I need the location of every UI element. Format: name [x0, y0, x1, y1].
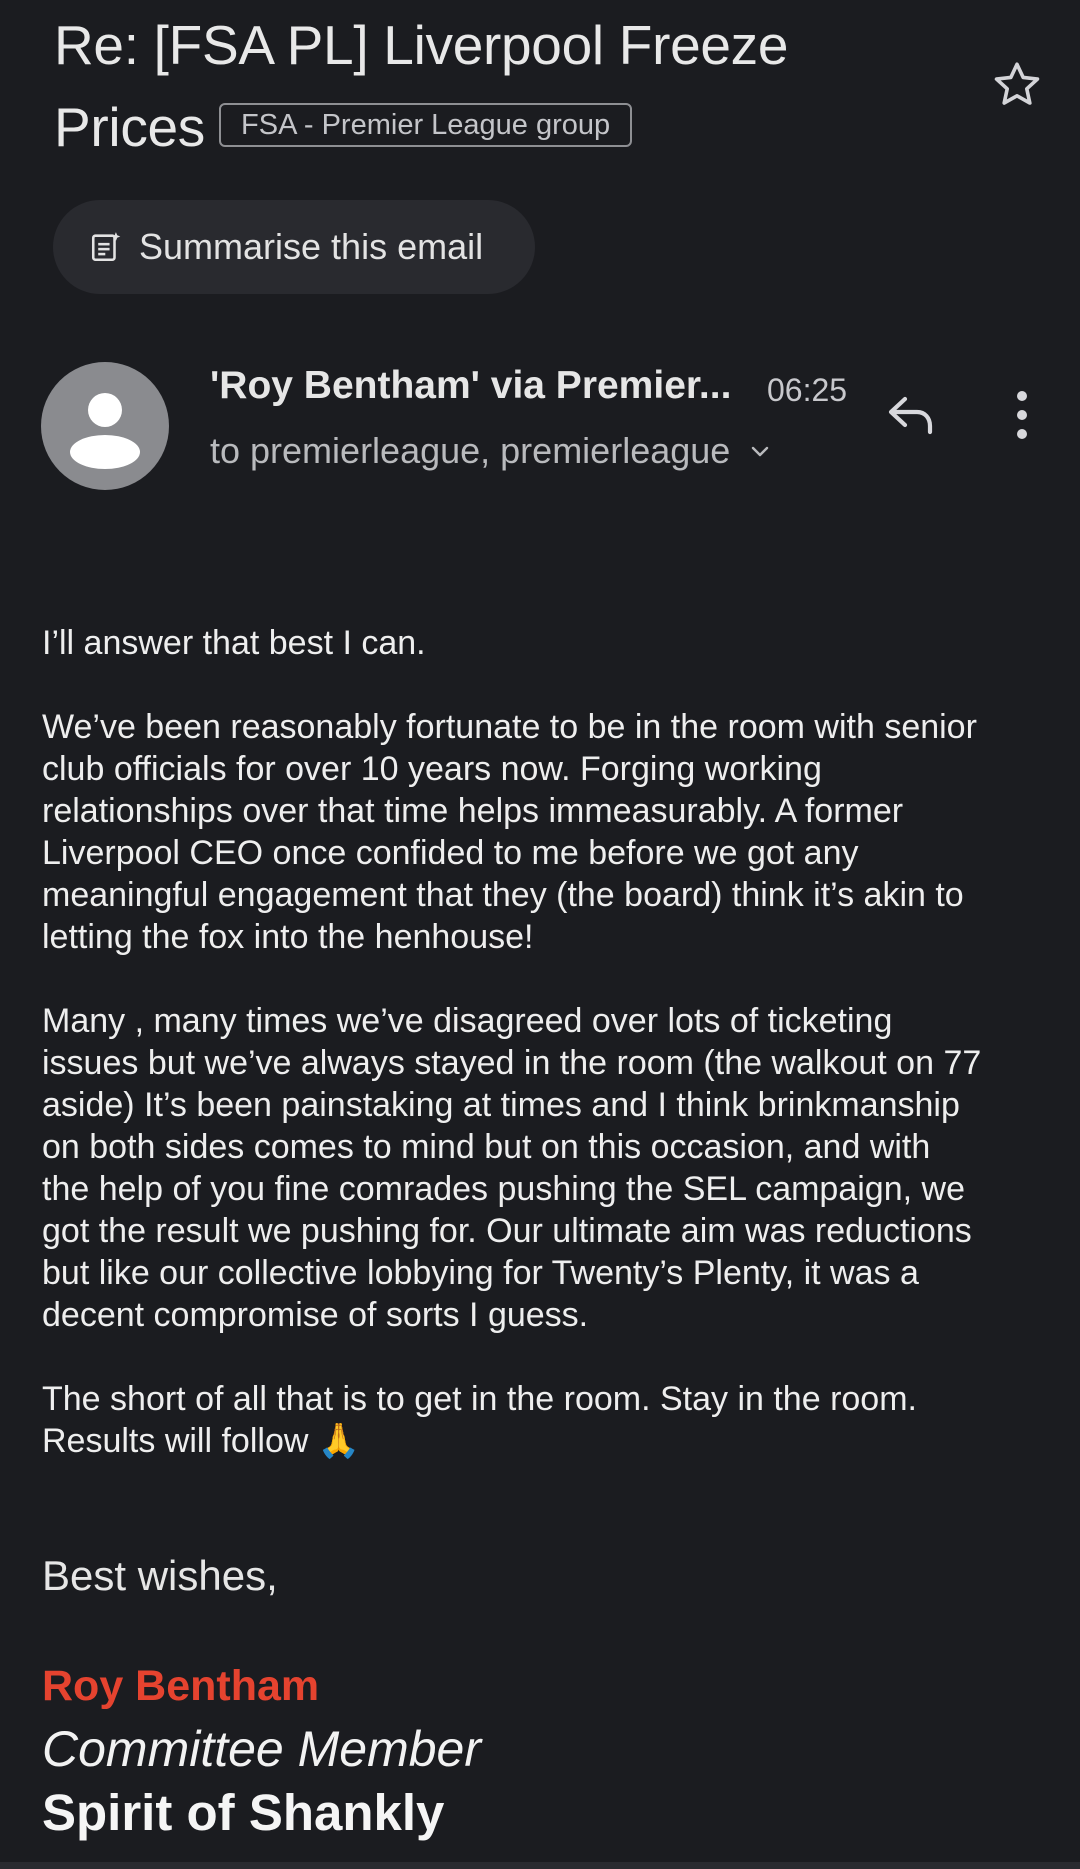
bottom-bar [0, 1862, 1080, 1869]
body-paragraph-4: The short of all that is to get in the r… [42, 1380, 917, 1460]
sender-name: 'Roy Bentham' via Premier... [210, 364, 732, 407]
signature-organisation: Spirit of Shankly [42, 1784, 445, 1841]
chevron-down-icon [752, 446, 769, 457]
message-time: 06:25 [767, 372, 848, 408]
sender-avatar[interactable] [41, 362, 169, 490]
signature-role: Committee Member [42, 1721, 481, 1777]
summarise-button-label: Summarise this email [139, 226, 484, 267]
signoff: Best wishes, [42, 1552, 278, 1599]
vertical-dots-icon[interactable] [1010, 390, 1034, 440]
body-paragraph-3: Many , many times we’ve disagreed over l… [42, 1002, 982, 1334]
subject-line-2: Prices [54, 96, 206, 158]
summarise-email-button[interactable]: Summarise this email [53, 200, 535, 294]
email-view: Re: [FSA PL] Liverpool Freeze Prices FSA … [0, 0, 1080, 1869]
email-body: I’ll answer that best I can. We’ve been … [42, 622, 1052, 1462]
signature-name: Roy Bentham [42, 1662, 320, 1710]
email-subject: Re: [FSA PL] Liverpool Freeze Prices FSA … [54, 4, 954, 168]
subject-line-1: Re: [FSA PL] Liverpool Freeze [54, 14, 789, 76]
star-icon[interactable] [990, 58, 1044, 112]
recipients-toggle[interactable]: to premierleague, premierleague [210, 430, 772, 472]
recipients-text: to premierleague, premierleague [210, 430, 731, 471]
group-label-chip[interactable]: FSA - Premier League group [219, 103, 633, 148]
body-paragraph-1: I’ll answer that best I can. [42, 624, 426, 662]
body-paragraph-2: We’ve been reasonably fortunate to be in… [42, 708, 977, 956]
summary-sparkle-icon [91, 232, 121, 262]
person-icon [70, 393, 140, 469]
reply-arrow-icon[interactable] [885, 393, 937, 437]
